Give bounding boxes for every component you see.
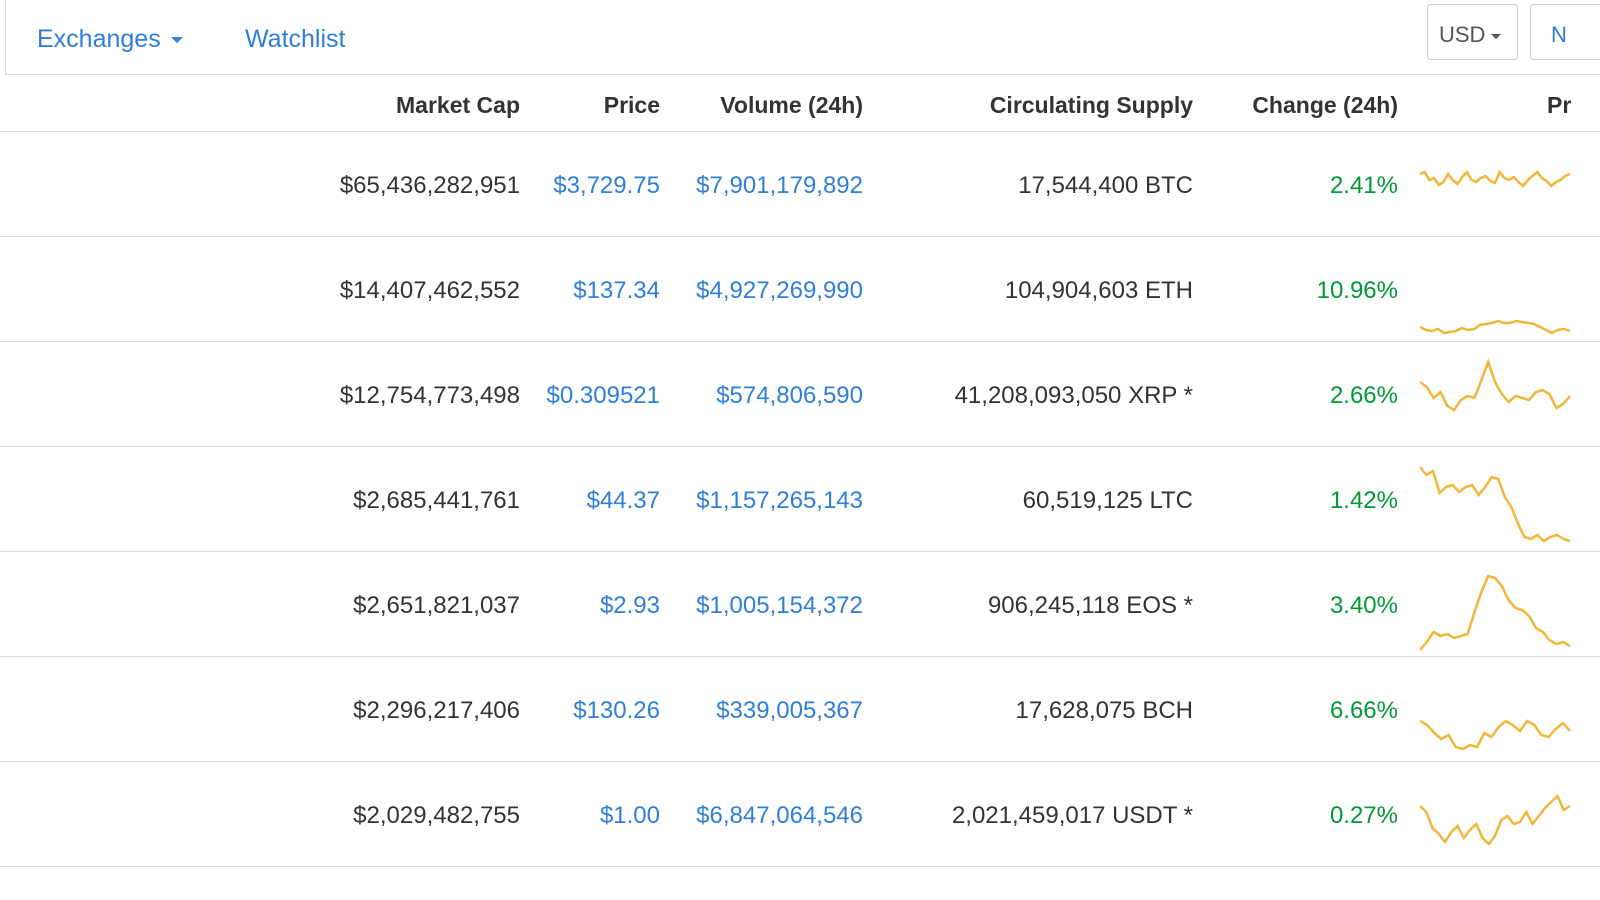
sparkline-path: [1420, 466, 1571, 543]
price-link[interactable]: $0.309521: [520, 382, 660, 410]
header-volume[interactable]: Volume (24h): [720, 92, 863, 119]
price-link[interactable]: $1.00: [520, 802, 660, 830]
price-sparkline: [1420, 793, 1571, 846]
change-cell: 6.66%: [1329, 697, 1398, 724]
market-cap-cell: $65,436,282,951: [339, 172, 520, 199]
price-sparkline: [1420, 169, 1571, 188]
header-market-cap[interactable]: Market Cap: [396, 92, 520, 119]
currency-label: USD: [1439, 22, 1486, 47]
sparkline-path: [1420, 719, 1571, 751]
header-change[interactable]: Change (24h): [1252, 92, 1398, 119]
market-cap-cell: $14,407,462,552: [339, 277, 520, 304]
volume-link[interactable]: $1,157,265,143: [663, 487, 863, 515]
table-row: $2,029,482,755 $1.00 $6,847,064,546 2,021,4…: [0, 762, 1600, 867]
circulating-supply-cell: 60,519,125 LTC: [1022, 487, 1193, 514]
market-cap-cell: $2,685,441,761: [353, 487, 520, 514]
volume-link[interactable]: $7,901,179,892: [663, 172, 863, 200]
price-link[interactable]: $2.93: [520, 592, 660, 620]
change-cell: 10.96%: [1316, 277, 1398, 304]
price-sparkline: [1420, 719, 1571, 751]
market-cap-cell: $12,754,773,498: [339, 382, 520, 409]
change-cell: 2.66%: [1329, 382, 1398, 409]
sparkline-path: [1420, 574, 1571, 651]
circulating-supply-cell: 17,544,400 BTC: [1018, 172, 1193, 199]
watchlist-link[interactable]: Watchlist: [245, 25, 345, 54]
table-row: $65,436,282,951 $3,729.75 $7,901,179,892 17…: [0, 132, 1600, 237]
price-link[interactable]: $3,729.75: [520, 172, 660, 200]
table-row: $2,685,441,761 $44.37 $1,157,265,143 60,519…: [0, 447, 1600, 552]
volume-link[interactable]: $1,005,154,372: [663, 592, 863, 620]
header-price[interactable]: Price: [604, 92, 660, 119]
price-link[interactable]: $137.34: [520, 277, 660, 305]
change-cell: 3.40%: [1329, 592, 1398, 619]
market-cap-cell: $2,029,482,755: [353, 802, 520, 829]
circulating-supply-cell: 41,208,093,050 XRP *: [954, 382, 1193, 409]
volume-link[interactable]: $574,806,590: [663, 382, 863, 410]
table-row: $14,407,462,552 $137.34 $4,927,269,990 104,…: [0, 237, 1600, 342]
price-sparkline: [1420, 574, 1571, 651]
sparkline-path: [1420, 169, 1571, 188]
sparkline-path: [1420, 793, 1571, 846]
chevron-down-icon: [1491, 33, 1502, 39]
sparkline-path: [1420, 358, 1571, 412]
change-cell: 1.42%: [1329, 487, 1398, 514]
chevron-down-icon: [170, 37, 183, 44]
change-cell: 0.27%: [1329, 802, 1398, 829]
volume-link[interactable]: $6,847,064,546: [663, 802, 863, 830]
circulating-supply-cell: 2,021,459,017 USDT *: [951, 802, 1193, 829]
volume-link[interactable]: $4,927,269,990: [663, 277, 863, 305]
sparkline-path: [1420, 319, 1571, 335]
change-cell: 2.41%: [1329, 172, 1398, 199]
exchanges-label: Exchanges: [37, 25, 161, 53]
table-row: $2,651,821,037 $2.93 $1,005,154,372 906,245…: [0, 552, 1600, 657]
volume-link[interactable]: $339,005,367: [663, 697, 863, 725]
table-row: $2,296,217,406 $130.26 $339,005,367 17,628,…: [0, 657, 1600, 762]
circulating-supply-cell: 104,904,603 ETH: [1004, 277, 1193, 304]
header-price-graph: Pr: [1547, 92, 1572, 118]
table-row: $12,754,773,498 $0.309521 $574,806,590 41,2…: [0, 342, 1600, 447]
market-cap-cell: $2,296,217,406: [353, 697, 520, 724]
price-link[interactable]: $44.37: [520, 487, 660, 515]
table-header: Market Cap Price Volume (24h) Circulatin…: [0, 76, 1600, 132]
price-sparkline: [1420, 466, 1571, 543]
price-link[interactable]: $130.26: [520, 697, 660, 725]
top-nav: Exchanges Watchlist USD N: [0, 0, 1600, 76]
next-button[interactable]: N: [1530, 4, 1600, 60]
circulating-supply-cell: 17,628,075 BCH: [1015, 697, 1193, 724]
price-sparkline: [1420, 358, 1571, 412]
circulating-supply-cell: 906,245,118 EOS *: [987, 592, 1193, 619]
price-sparkline: [1420, 319, 1571, 335]
exchanges-dropdown[interactable]: Exchanges: [37, 25, 183, 54]
header-circulating-supply[interactable]: Circulating Supply: [990, 92, 1193, 119]
market-cap-cell: $2,651,821,037: [353, 592, 520, 619]
currency-dropdown[interactable]: USD: [1427, 4, 1518, 60]
